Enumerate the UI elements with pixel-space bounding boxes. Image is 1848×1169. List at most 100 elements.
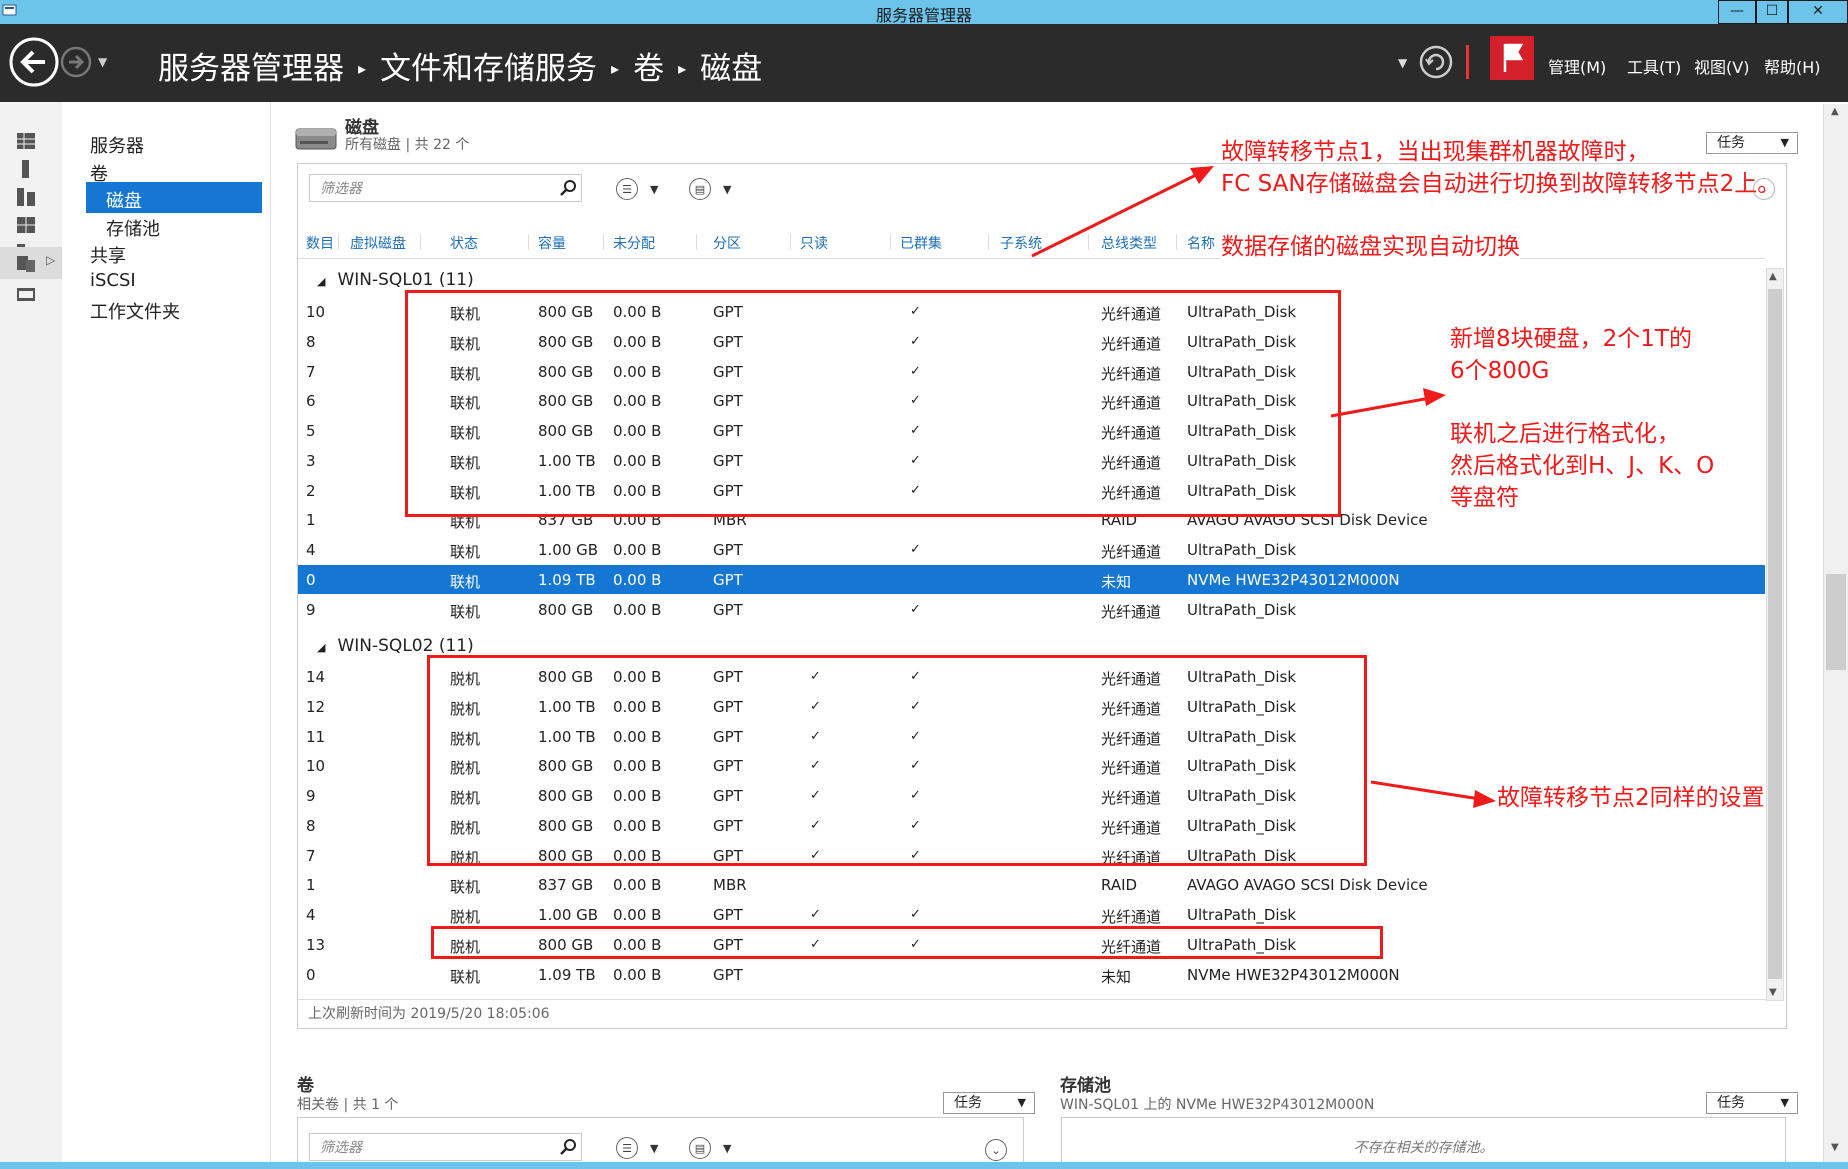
scroll-down-icon[interactable]: ▼ <box>1769 987 1777 998</box>
col-subsystem[interactable]: 子系统 <box>1000 233 1042 253</box>
cell-clustered: ✓ <box>910 788 921 803</box>
chevron-down-icon[interactable]: ▼ <box>1398 56 1407 70</box>
volumes-tasks-button[interactable]: 任务 ▼ <box>943 1092 1035 1114</box>
list-view-dropdown-icon[interactable]: ▼ <box>650 1142 658 1155</box>
cell-bus: 光纤通道 <box>1101 453 1162 472</box>
back-arrow-icon[interactable] <box>8 36 60 88</box>
cell-part: GPT <box>713 697 743 716</box>
menu-view[interactable]: 视图(V) <box>1694 54 1749 78</box>
nav-item-storage-pools[interactable]: 存储池 <box>106 215 160 241</box>
nav-item-disks[interactable]: 磁盘 <box>106 187 142 213</box>
list-view-options-icon[interactable]: ☰ <box>616 1137 638 1159</box>
page-vertical-scrollbar[interactable]: ▲ ▼ <box>1823 104 1848 1162</box>
group-win-sql02[interactable]: ◢ WIN-SQL02 (11) <box>317 636 474 656</box>
disk-drive-icon <box>295 128 337 150</box>
nav-item-work-folders[interactable]: 工作文件夹 <box>90 298 180 324</box>
nav-item-iscsi[interactable]: iSCSI <box>90 270 136 291</box>
disks-vertical-scrollbar[interactable]: ▲ ▼ <box>1766 268 1784 1001</box>
page-scroll-down-icon[interactable]: ▼ <box>1831 1142 1839 1153</box>
table-row[interactable]: 8 脱机 800 GB 0.00 B GPT ✓ ✓ 光纤通道 UltraPath_Disk <box>298 811 1765 840</box>
cell-name: UltraPath_Disk <box>1187 816 1297 835</box>
col-status[interactable]: 状态 <box>450 233 478 253</box>
table-row[interactable]: 9 联机 800 GB 0.00 B GPT ✓ 光纤通道 UltraPath_Disk <box>298 595 1765 624</box>
annotation-line: 联机之后进行格式化， <box>1450 421 1680 447</box>
cell-cap: 800 GB <box>538 816 594 835</box>
maximize-button[interactable]: ☐ <box>1756 0 1788 24</box>
dashboard-icon[interactable] <box>16 132 36 150</box>
list-view-dropdown-icon[interactable]: ▼ <box>650 183 658 196</box>
table-row[interactable]: 1 联机 837 GB 0.00 B MBR RAID AVAGO AVAGO SCSI D… <box>298 870 1765 899</box>
table-row[interactable]: 4 联机 1.00 GB 0.00 B GPT ✓ 光纤通道 UltraPath_Disk <box>298 535 1765 564</box>
col-bus-type[interactable]: 总线类型 <box>1101 233 1157 253</box>
roles-icon[interactable] <box>16 216 36 234</box>
minimize-button[interactable]: — <box>1718 0 1756 24</box>
save-query-icon[interactable]: ▤ <box>689 178 711 200</box>
expand-icon[interactable]: ⌄ <box>985 1139 1007 1161</box>
breadcrumb-volumes[interactable]: 卷 <box>633 51 664 87</box>
cell-part: GPT <box>713 422 743 440</box>
file-storage-icon[interactable] <box>16 254 36 272</box>
table-row[interactable]: 0 联机 1.09 TB 0.00 B GPT 未知 NVMe HWE32P43012M00… <box>298 564 1765 594</box>
menu-tools[interactable]: 工具(T) <box>1627 54 1681 78</box>
menu-manage[interactable]: 管理(M) <box>1548 54 1606 78</box>
cell-bus: RAID <box>1101 876 1138 895</box>
history-dropdown-icon[interactable]: ▼ <box>98 55 107 69</box>
table-row[interactable]: 0 联机 1.09 TB 0.00 B GPT 未知 NVMe HWE32P43012M00… <box>298 960 1765 989</box>
search-icon[interactable] <box>560 1138 578 1156</box>
breadcrumb-server-manager[interactable]: 服务器管理器 <box>158 51 344 87</box>
cell-part: GPT <box>713 787 743 805</box>
save-query-dropdown-icon[interactable]: ▼ <box>723 1142 731 1155</box>
col-clustered[interactable]: 已群集 <box>900 233 942 253</box>
nav-item-servers[interactable]: 服务器 <box>90 132 144 158</box>
col-read-only[interactable]: 只读 <box>800 233 828 253</box>
table-row[interactable]: 14 脱机 800 GB 0.00 B GPT ✓ ✓ 光纤通道 UltraPath_Disk <box>298 662 1765 691</box>
table-row[interactable]: 7 脱机 800 GB 0.00 B GPT ✓ ✓ 光纤通道 UltraPath_Disk <box>298 841 1765 870</box>
col-number[interactable]: 数目 <box>306 233 334 253</box>
table-row[interactable]: 12 脱机 1.00 TB 0.00 B GPT ✓ ✓ 光纤通道 UltraPath_Disk <box>298 692 1765 721</box>
col-unallocated[interactable]: 未分配 <box>613 233 655 253</box>
col-partition[interactable]: 分区 <box>713 233 741 253</box>
cell-unalloc: 0.00 B <box>613 876 662 895</box>
cell-ro: ✓ <box>810 698 821 714</box>
save-query-icon[interactable]: ▤ <box>689 1137 711 1159</box>
nav-item-shares[interactable]: 共享 <box>90 242 126 268</box>
collapse-triangle-icon[interactable]: ◢ <box>317 275 325 288</box>
page-scroll-up-icon[interactable]: ▲ <box>1831 106 1839 117</box>
cell-clustered: ✓ <box>910 333 921 349</box>
col-name[interactable]: 名称 <box>1187 233 1215 253</box>
menu-help[interactable]: 帮助(H) <box>1764 54 1821 78</box>
cell-num: 2 <box>306 481 316 500</box>
table-row[interactable]: 6 联机 800 GB 0.00 B GPT ✓ 光纤通道 UltraPath_Disk <box>298 386 1765 415</box>
col-capacity[interactable]: 容量 <box>538 233 566 253</box>
scroll-thumb[interactable] <box>1768 289 1782 979</box>
expand-arrow-icon[interactable]: ▷ <box>46 253 55 267</box>
table-row[interactable]: 4 脱机 1.00 GB 0.00 B GPT ✓ ✓ 光纤通道 UltraPath_Disk <box>298 900 1765 929</box>
table-row[interactable]: 10 联机 800 GB 0.00 B GPT ✓ 光纤通道 UltraPath_Disk <box>298 297 1765 326</box>
save-query-dropdown-icon[interactable]: ▼ <box>723 183 731 196</box>
all-servers-icon[interactable] <box>16 188 36 206</box>
notification-flag-icon[interactable] <box>1490 36 1534 80</box>
collapse-triangle-icon[interactable]: ◢ <box>317 641 325 654</box>
cell-unalloc: 0.00 B <box>613 846 662 865</box>
volumes-filter-input[interactable]: 筛选器 <box>309 1133 582 1161</box>
refresh-icon[interactable] <box>1418 44 1454 80</box>
cell-bus: 未知 <box>1101 967 1132 986</box>
cell-name: UltraPath_Disk <box>1187 846 1297 865</box>
cell-status: 联机 <box>450 453 481 472</box>
group-win-sql01[interactable]: ◢ WIN-SQL01 (11) <box>317 270 474 290</box>
table-row[interactable]: 13 脱机 800 GB 0.00 B GPT ✓ ✓ 光纤通道 UltraPath_Disk <box>298 930 1765 959</box>
breadcrumb-file-storage[interactable]: 文件和存储服务 <box>380 51 597 87</box>
table-row[interactable]: 10 脱机 800 GB 0.00 B GPT ✓ ✓ 光纤通道 UltraPath_Disk <box>298 751 1765 780</box>
disks-filter-input[interactable]: 筛选器 <box>309 174 582 202</box>
page-scroll-thumb[interactable] <box>1826 574 1846 670</box>
col-virtual-disk[interactable]: 虚拟磁盘 <box>350 233 406 253</box>
table-row[interactable]: 11 脱机 1.00 TB 0.00 B GPT ✓ ✓ 光纤通道 UltraPath_Disk <box>298 722 1765 751</box>
storage-pool-tasks-button[interactable]: 任务 ▼ <box>1706 1092 1798 1114</box>
search-icon[interactable] <box>560 179 578 197</box>
forward-arrow-icon[interactable] <box>60 46 92 78</box>
close-button[interactable]: ✕ <box>1788 0 1848 24</box>
local-server-icon[interactable] <box>16 160 36 178</box>
list-view-options-icon[interactable]: ☰ <box>616 178 638 200</box>
scroll-up-icon[interactable]: ▲ <box>1769 271 1777 282</box>
remote-access-icon[interactable] <box>16 286 36 304</box>
